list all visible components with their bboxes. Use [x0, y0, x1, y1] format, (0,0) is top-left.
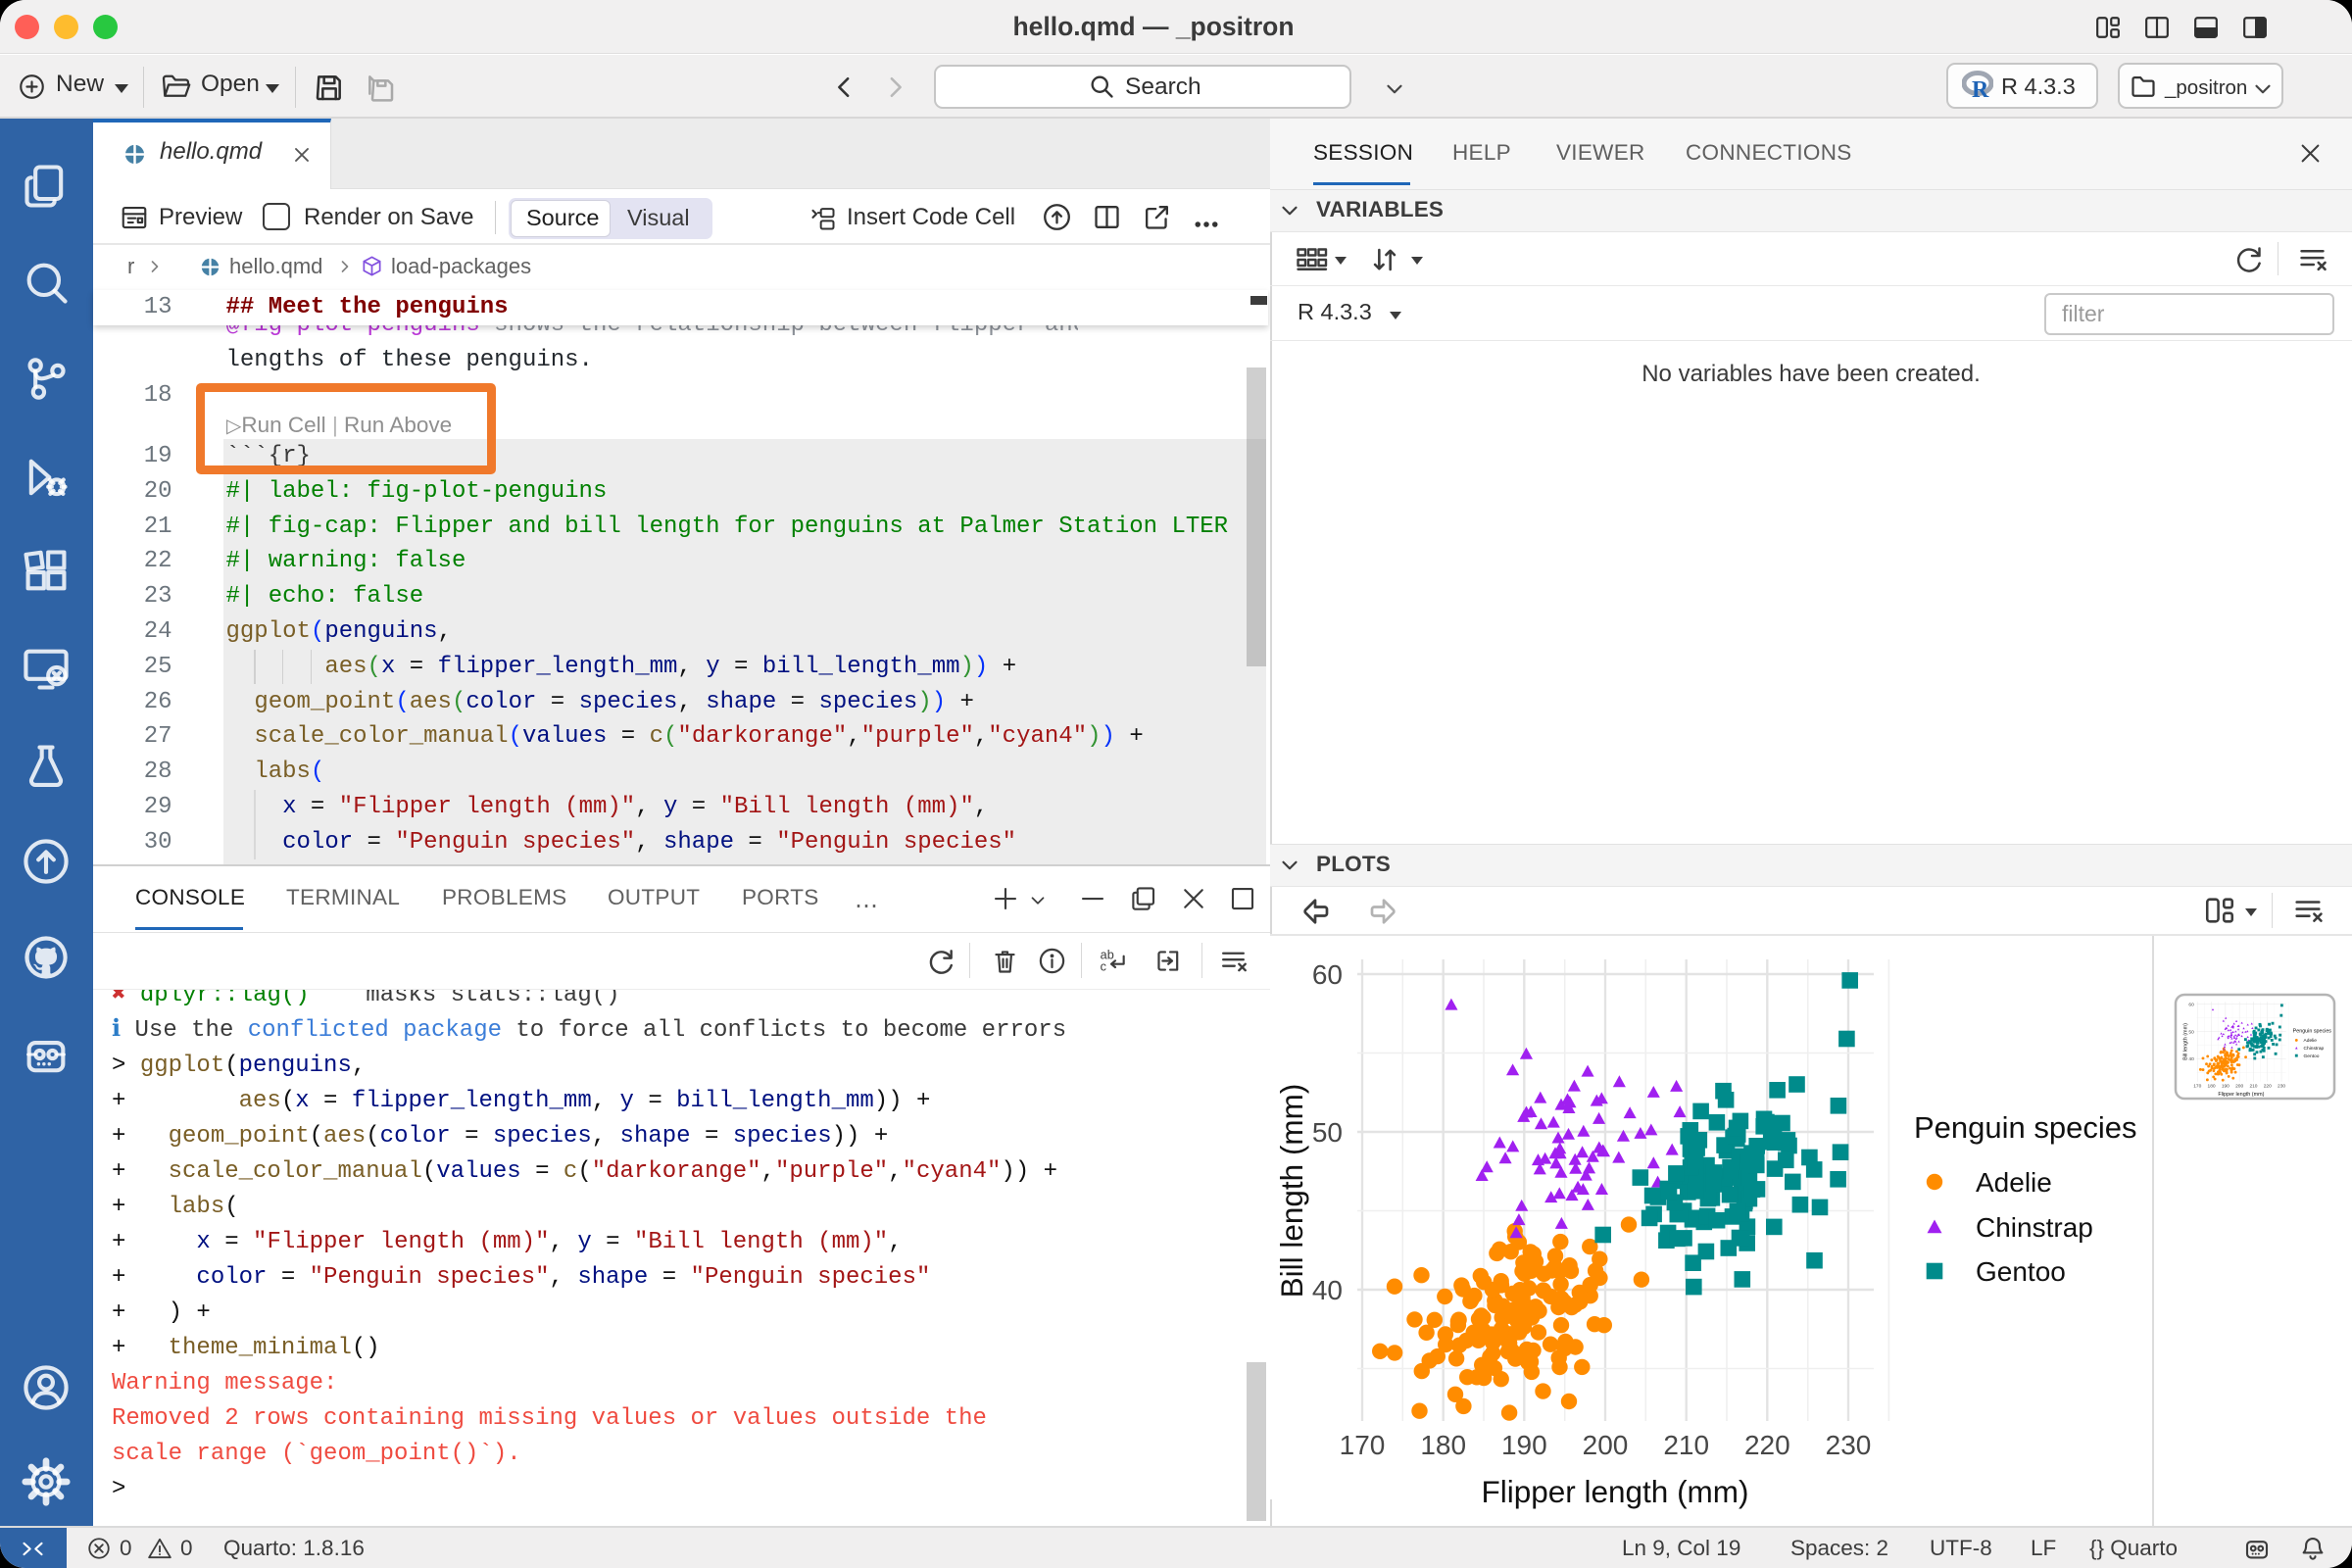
- svg-text:210: 210: [1663, 1430, 1709, 1460]
- svg-text:180: 180: [1420, 1430, 1466, 1460]
- svg-text:Gentoo: Gentoo: [1976, 1256, 2066, 1287]
- svg-text:Bill length (mm): Bill length (mm): [1274, 1084, 1309, 1298]
- svg-text:60: 60: [1312, 959, 1343, 990]
- svg-text:R: R: [1972, 77, 1989, 100]
- svg-text:Penguin species: Penguin species: [1914, 1110, 2137, 1145]
- svg-text:c: c: [1101, 959, 1106, 973]
- svg-text:170: 170: [1340, 1430, 1386, 1460]
- svg-text:Adelie: Adelie: [1976, 1167, 2052, 1198]
- svg-text:40: 40: [1312, 1275, 1343, 1305]
- svg-text:220: 220: [1744, 1430, 1790, 1460]
- svg-text:50: 50: [1312, 1117, 1343, 1148]
- svg-text:200: 200: [1583, 1430, 1629, 1460]
- svg-text:Flipper length (mm): Flipper length (mm): [1481, 1474, 1748, 1509]
- svg-text:190: 190: [1501, 1430, 1547, 1460]
- svg-text:230: 230: [1826, 1430, 1872, 1460]
- svg-text:Chinstrap: Chinstrap: [1976, 1212, 2093, 1243]
